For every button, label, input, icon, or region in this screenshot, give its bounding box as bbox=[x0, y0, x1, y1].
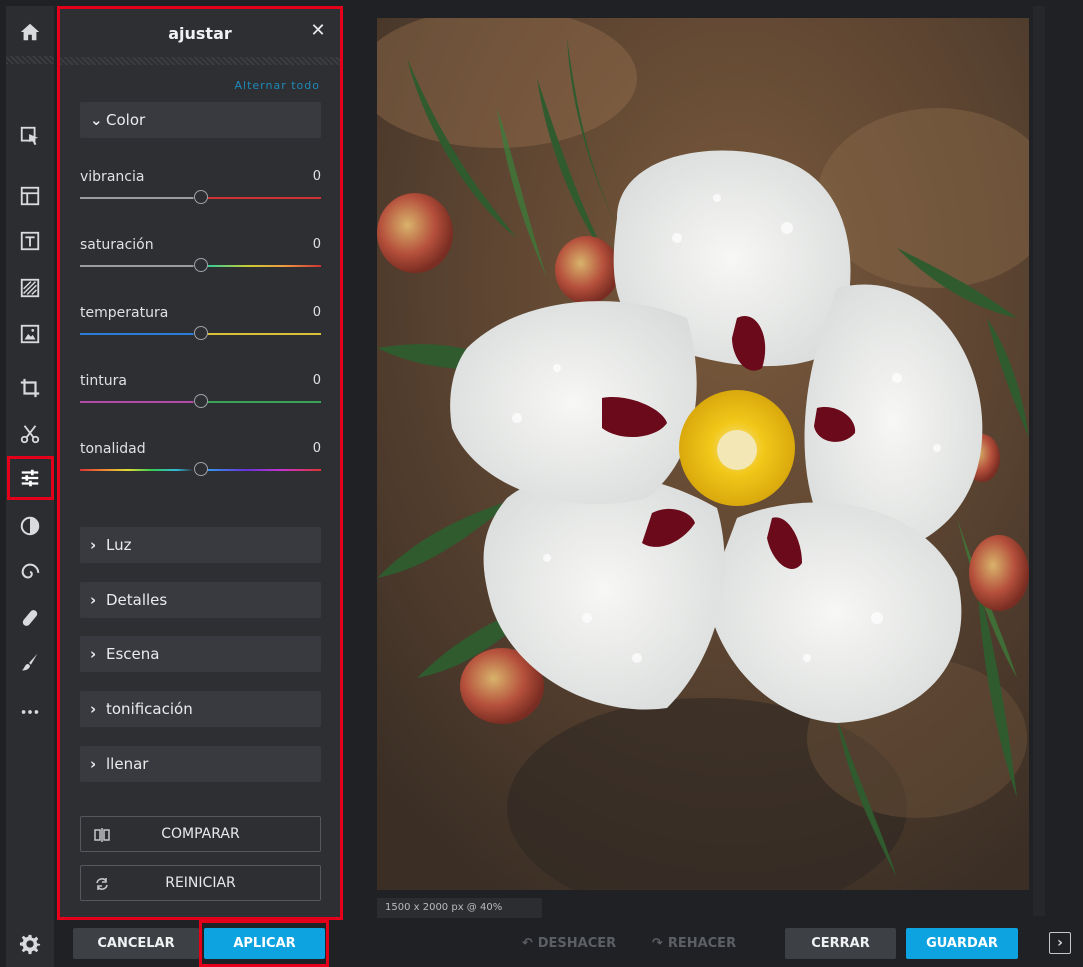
reset-icon bbox=[93, 875, 111, 893]
slider-vibrancia: vibrancia 0 bbox=[80, 169, 321, 209]
panel-title: ajustar bbox=[168, 23, 232, 43]
retouch-icon[interactable] bbox=[6, 598, 54, 638]
image-icon[interactable] bbox=[6, 314, 54, 354]
tool-rail bbox=[6, 6, 54, 961]
section-luz[interactable]: › Luz bbox=[80, 527, 321, 563]
reset-button[interactable]: REINICIAR bbox=[80, 865, 321, 901]
redo-label: REHACER bbox=[667, 936, 737, 951]
slider-knob[interactable] bbox=[194, 462, 208, 476]
slider-label: tintura bbox=[80, 373, 127, 389]
slider-value: 0 bbox=[312, 305, 321, 320]
photo-editor: ajustar ✕ Alternar todo ⌄ Color vibranci… bbox=[0, 0, 1083, 967]
panel-divider bbox=[60, 57, 340, 65]
section-detalles[interactable]: › Detalles bbox=[80, 582, 321, 618]
slider-saturacion: saturación 0 bbox=[80, 237, 321, 277]
slider-label: temperatura bbox=[80, 305, 169, 321]
section-label: llenar bbox=[106, 755, 149, 773]
toggle-all-link[interactable]: Alternar todo bbox=[235, 79, 320, 92]
photo-canvas[interactable] bbox=[377, 18, 1029, 890]
apply-button[interactable]: APLICAR bbox=[204, 928, 325, 959]
slider-value: 0 bbox=[312, 441, 321, 456]
section-label: Escena bbox=[106, 645, 160, 663]
texture-icon[interactable] bbox=[6, 268, 54, 308]
chevron-right-icon: › bbox=[90, 700, 97, 718]
effects-icon[interactable] bbox=[6, 506, 54, 546]
section-tonificacion[interactable]: › tonificación bbox=[80, 691, 321, 727]
text-icon[interactable] bbox=[6, 221, 54, 261]
compare-label: COMPARAR bbox=[161, 826, 240, 842]
slider-value: 0 bbox=[312, 373, 321, 388]
slider-label: vibrancia bbox=[80, 169, 145, 185]
crop-icon[interactable] bbox=[6, 368, 54, 408]
undo-button[interactable]: ↶ DESHACER bbox=[510, 928, 628, 959]
redo-icon: ↷ bbox=[651, 936, 663, 951]
compare-icon bbox=[93, 826, 111, 844]
draw-icon[interactable] bbox=[6, 642, 54, 682]
compare-button[interactable]: COMPARAR bbox=[80, 816, 321, 852]
adjust-panel: ajustar ✕ Alternar todo ⌄ Color vibranci… bbox=[57, 6, 343, 920]
close-button[interactable]: CERRAR bbox=[785, 928, 896, 959]
cancel-button[interactable]: CANCELAR bbox=[73, 928, 199, 959]
more-icon[interactable] bbox=[6, 692, 54, 732]
section-label: Detalles bbox=[106, 591, 168, 609]
slider-tintura: tintura 0 bbox=[80, 373, 321, 413]
adjust-icon[interactable] bbox=[6, 458, 54, 498]
canvas-dimensions: 1500 x 2000 px @ 40% bbox=[377, 898, 542, 918]
slider-value: 0 bbox=[312, 237, 321, 252]
slider-knob[interactable] bbox=[194, 326, 208, 340]
section-llenar[interactable]: › llenar bbox=[80, 746, 321, 782]
undo-icon: ↶ bbox=[521, 936, 533, 951]
close-icon[interactable]: ✕ bbox=[308, 21, 328, 41]
home-icon[interactable] bbox=[6, 12, 54, 52]
section-label: Color bbox=[106, 111, 146, 129]
section-label: tonificación bbox=[106, 700, 193, 718]
arrange-icon[interactable] bbox=[6, 116, 54, 156]
canvas-edge bbox=[1033, 6, 1045, 916]
settings-icon[interactable] bbox=[6, 920, 54, 967]
section-color[interactable]: ⌄ Color bbox=[80, 102, 321, 138]
slider-temperatura: temperatura 0 bbox=[80, 305, 321, 345]
section-escena[interactable]: › Escena bbox=[80, 636, 321, 672]
expand-panel-icon[interactable]: › bbox=[1049, 932, 1071, 954]
slider-knob[interactable] bbox=[194, 394, 208, 408]
layout-icon[interactable] bbox=[6, 176, 54, 216]
slider-knob[interactable] bbox=[194, 190, 208, 204]
slider-label: saturación bbox=[80, 237, 154, 253]
slider-knob[interactable] bbox=[194, 258, 208, 272]
section-label: Luz bbox=[106, 536, 132, 554]
flower-photo bbox=[377, 18, 1029, 890]
chevron-down-icon: ⌄ bbox=[90, 111, 103, 129]
undo-label: DESHACER bbox=[537, 936, 617, 951]
redo-button[interactable]: ↷ REHACER bbox=[640, 928, 748, 959]
bottom-bar: CANCELAR APLICAR ↶ DESHACER ↷ REHACER CE… bbox=[0, 920, 1083, 967]
slider-label: tonalidad bbox=[80, 441, 146, 457]
reset-label: REINICIAR bbox=[165, 875, 236, 891]
rail-divider bbox=[6, 56, 54, 64]
chevron-right-icon: › bbox=[90, 591, 97, 609]
chevron-right-icon: › bbox=[90, 645, 97, 663]
chevron-right-icon: › bbox=[90, 755, 97, 773]
cutout-icon[interactable] bbox=[6, 414, 54, 454]
slider-value: 0 bbox=[312, 169, 321, 184]
filter-icon[interactable] bbox=[6, 552, 54, 592]
chevron-right-icon: › bbox=[90, 536, 97, 554]
slider-tonalidad: tonalidad 0 bbox=[80, 441, 321, 481]
save-button[interactable]: GUARDAR bbox=[906, 928, 1018, 959]
